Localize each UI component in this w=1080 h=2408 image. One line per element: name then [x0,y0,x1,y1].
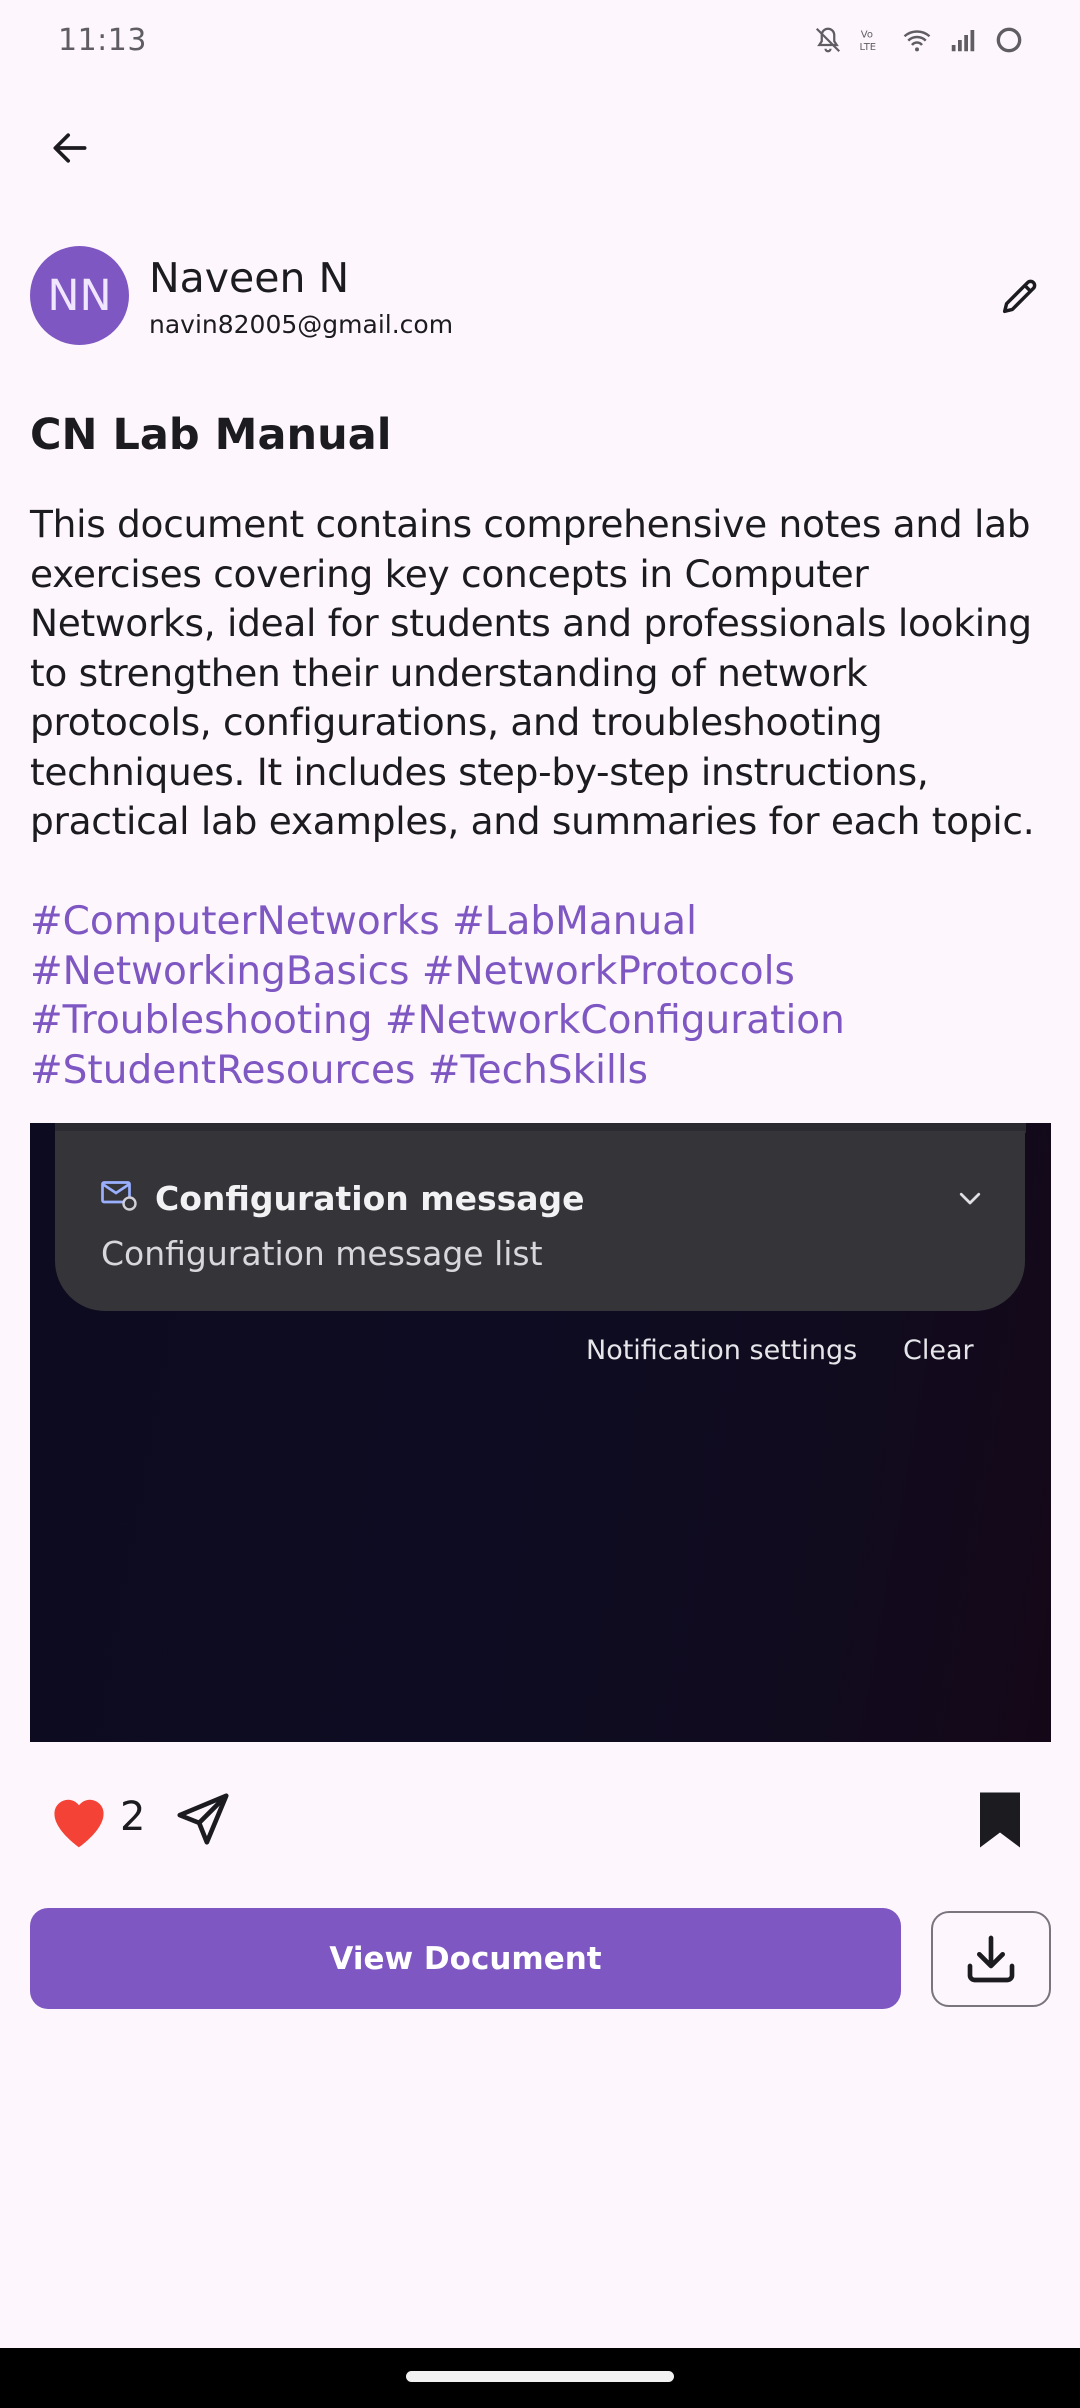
share-button[interactable] [172,1788,234,1850]
send-icon [177,1793,229,1845]
pencil-icon [1002,279,1037,314]
back-button[interactable] [40,118,100,178]
preview-notification-title: Configuration message [155,1179,585,1218]
edit-button[interactable] [990,266,1050,326]
arrow-left-icon [53,133,87,163]
preview-clear: Clear [903,1335,974,1366]
hashtag[interactable]: #Troubleshooting [30,998,372,1043]
actions-row: 2 [30,1780,1051,1860]
author-name: Naveen N [149,254,350,302]
preview-notification-settings: Notification settings [586,1335,858,1366]
volte-icon: Vo LTE [860,30,877,54]
svg-text:Vo: Vo [861,30,873,41]
like-count: 2 [120,1794,146,1840]
view-document-button[interactable]: View Document [30,1908,901,2009]
preview-notification-body: Configuration message list [101,1234,543,1273]
bookmark-icon [980,1792,1020,1848]
preview-notification-card: Configuration message Configuration mess… [55,1131,1025,1311]
hashtag[interactable]: #NetworkingBasics [30,949,409,994]
message-settings-icon [101,1181,137,1211]
signal-icon [951,30,975,52]
home-gesture-handle[interactable] [406,2371,674,2382]
author-email: navin82005@gmail.com [149,310,454,339]
wifi-icon [903,30,931,52]
download-button[interactable] [931,1911,1051,2007]
document-preview-image[interactable]: Configuration message Configuration mess… [30,1123,1051,1742]
bookmark-button[interactable] [975,1790,1025,1850]
status-bar: 11:13 Vo LTE [0,0,1080,80]
hashtag[interactable]: #ComputerNetworks [30,899,440,944]
author-row: NN Naveen N navin82005@gmail.com [30,246,1050,346]
post-title: CN Lab Manual [30,410,392,460]
mute-bell-icon [815,27,841,53]
status-icons: Vo LTE [813,24,1025,56]
hashtag[interactable]: #NetworkConfiguration [385,998,845,1043]
avatar[interactable]: NN [30,246,129,345]
loading-ring-icon [996,27,1022,53]
chevron-down-icon [959,1192,981,1205]
hashtag[interactable]: #NetworkProtocols [422,949,795,994]
download-icon [967,1935,1015,1983]
like-button[interactable] [46,1790,112,1850]
svg-text:LTE: LTE [860,42,877,53]
hashtags: #ComputerNetworks #LabManual #Networking… [30,897,1060,1095]
hashtag[interactable]: #LabManual [452,899,697,944]
status-time: 11:13 [58,22,147,58]
hashtag[interactable]: #StudentResources [30,1048,415,1093]
post-description: This document contains comprehensive not… [30,502,1035,843]
heart-icon [54,1799,104,1848]
hashtag[interactable]: #TechSkills [428,1048,648,1093]
